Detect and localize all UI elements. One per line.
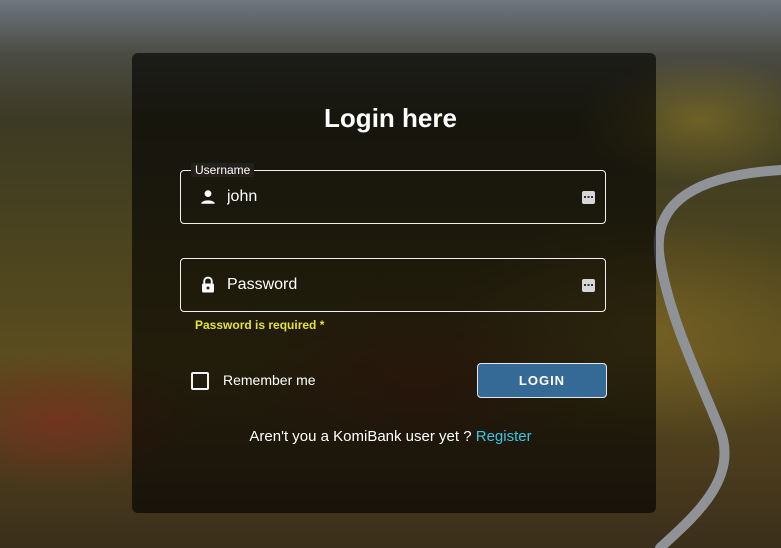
page-title: Login here xyxy=(324,103,457,133)
register-prompt: Aren't you a KomiBank user yet ? xyxy=(249,428,472,445)
remember-checkbox[interactable] xyxy=(191,372,209,390)
password-input[interactable] xyxy=(227,274,557,296)
register-line: Aren't you a KomiBank user yet ? Registe… xyxy=(0,428,781,446)
username-field[interactable]: Username xyxy=(180,163,606,224)
username-label: Username xyxy=(191,163,255,177)
remember-label: Remember me xyxy=(223,372,316,388)
register-link[interactable]: Register xyxy=(476,428,532,445)
password-error: Password is required * xyxy=(195,318,325,332)
person-icon xyxy=(201,190,215,204)
more-icon[interactable] xyxy=(582,191,595,204)
more-icon[interactable] xyxy=(582,279,595,292)
login-button[interactable]: LOGIN xyxy=(477,363,607,398)
lock-icon xyxy=(202,276,214,293)
password-field[interactable] xyxy=(180,258,606,312)
username-input[interactable] xyxy=(227,186,557,208)
